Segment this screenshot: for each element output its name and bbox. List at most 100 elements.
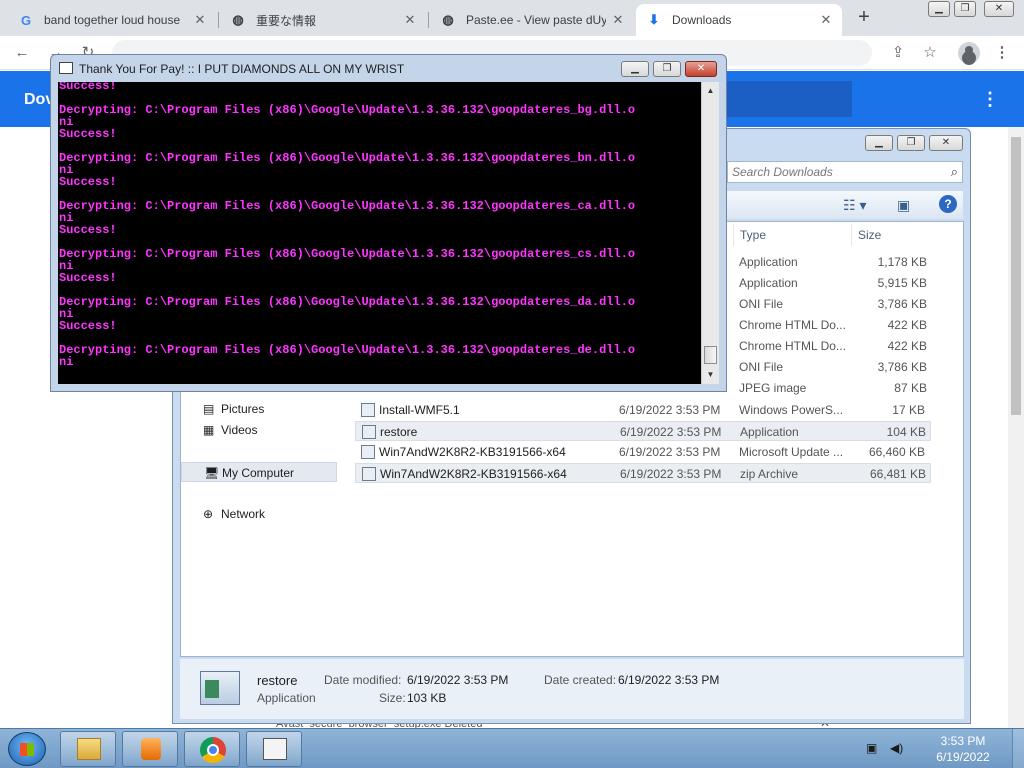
table-row[interactable]: Chrome HTML Do... 422 KB xyxy=(733,336,933,357)
new-tab-button[interactable]: + xyxy=(852,6,876,30)
google-g-icon: G xyxy=(20,12,32,28)
view-options-icon[interactable]: ☷ ▾ xyxy=(843,195,866,215)
file-type: JPEG image xyxy=(739,381,807,395)
file-type: zip Archive xyxy=(740,467,799,481)
column-header-size[interactable]: Size xyxy=(851,224,931,246)
table-row[interactable]: Chrome HTML Do... 422 KB xyxy=(733,315,933,336)
console-output[interactable]: Success! Decrypting: C:\Program Files (x8… xyxy=(58,82,701,384)
maximize-button[interactable]: ❐ xyxy=(954,1,976,17)
tab-band-together[interactable]: G band together loud house ✕ xyxy=(8,4,216,36)
console-scrollbar[interactable]: ▲ ▼ xyxy=(701,82,719,384)
taskbar-console-button[interactable] xyxy=(246,731,302,767)
console-line: ni xyxy=(59,356,74,368)
chrome-tab-bar: G band together loud house ✕ ◍ 重要な情報 ✕ ◍… xyxy=(0,0,1024,36)
nav-item-videos[interactable]: ▦ Videos xyxy=(181,420,337,440)
page-scrollbar[interactable] xyxy=(1008,127,1024,728)
console-close-button[interactable]: ✕ xyxy=(685,61,717,77)
pictures-folder-icon: ▤ xyxy=(203,402,215,416)
table-row[interactable]: ONI File 3,786 KB xyxy=(733,294,933,315)
console-minimize-button[interactable]: ▁ xyxy=(621,61,649,77)
console-line: Success! xyxy=(59,320,117,332)
console-line: ni xyxy=(59,308,74,320)
application-icon xyxy=(200,671,240,705)
explorer-maximize-button[interactable]: ❐ xyxy=(897,135,925,151)
table-row[interactable]: Application 5,915 KB xyxy=(733,273,933,294)
nav-item-my-computer[interactable]: 🖥 My Computer xyxy=(181,462,337,482)
taskbar-explorer-button[interactable] xyxy=(60,731,116,767)
details-pane: restore Application Date modified: 6/19/… xyxy=(180,659,964,719)
share-icon[interactable]: ⇪ xyxy=(886,41,910,65)
bookmark-star-icon[interactable]: ☆ xyxy=(918,41,942,65)
nav-item-network[interactable]: ⊕ Network xyxy=(181,504,337,524)
file-date: 6/19/2022 3:53 PM xyxy=(619,445,721,459)
explorer-search-input[interactable]: Search Downloads ⌕ xyxy=(727,161,963,183)
close-icon[interactable]: ✕ xyxy=(192,12,208,28)
more-options-icon[interactable]: ⋮ xyxy=(980,87,1000,111)
search-icon[interactable]: ⌕ xyxy=(951,164,958,180)
back-icon[interactable]: ← xyxy=(10,41,34,65)
chrome-menu-icon[interactable]: ⋮ xyxy=(990,41,1014,65)
download-icon: ⬇ xyxy=(648,12,660,27)
chrome-icon-center xyxy=(207,744,219,756)
table-row[interactable]: Win7AndW2K8R2-KB3191566-x64 6/19/2022 3:… xyxy=(355,463,931,483)
file-name: Install-WMF5.1 xyxy=(379,403,460,417)
console-line: Decrypting: C:\Program Files (x86)\Googl… xyxy=(59,200,636,212)
nav-item-pictures[interactable]: ▤ Pictures xyxy=(181,399,337,419)
file-type: Application xyxy=(740,425,799,439)
table-row[interactable]: Win7AndW2K8R2-KB3191566-x64 6/19/2022 3:… xyxy=(355,442,931,462)
details-file-name: restore xyxy=(257,673,298,688)
file-type: Windows PowerS... xyxy=(739,403,844,417)
close-icon[interactable]: ✕ xyxy=(402,12,418,28)
tab-separator xyxy=(218,12,219,28)
table-row[interactable]: Application 1,178 KB xyxy=(733,252,933,273)
tab-important-info[interactable]: ◍ 重要な情報 ✕ xyxy=(220,4,426,36)
tab-title: Paste.ee - View paste dUy xyxy=(466,13,606,27)
tab-downloads[interactable]: ⬇ Downloads ✕ xyxy=(636,4,842,36)
volume-icon[interactable]: ◀) xyxy=(890,741,906,755)
table-row[interactable]: Install-WMF5.1 6/19/2022 3:53 PM Windows… xyxy=(355,400,931,420)
explorer-close-button[interactable]: ✕ xyxy=(929,135,963,151)
console-app-icon[interactable] xyxy=(59,62,73,74)
file-size: 3,786 KB xyxy=(877,297,927,311)
file-type: Chrome HTML Do... xyxy=(739,318,846,332)
taskbar-chrome-button[interactable] xyxy=(184,731,240,767)
minimize-button[interactable]: ▁ xyxy=(928,1,950,17)
table-row[interactable]: JPEG image 87 KB xyxy=(733,378,933,399)
network-icon: ⊕ xyxy=(203,507,214,521)
file-size: 422 KB xyxy=(887,318,927,332)
close-icon[interactable]: ✕ xyxy=(818,12,834,28)
console-line: Success! xyxy=(59,82,117,92)
preview-pane-icon[interactable]: ▣ xyxy=(897,195,910,215)
tab-title: Downloads xyxy=(672,13,732,27)
explorer-minimize-button[interactable]: ▁ xyxy=(865,135,893,151)
scrollbar-thumb[interactable] xyxy=(704,346,717,364)
tab-paste-ee[interactable]: ◍ Paste.ee - View paste dUy ✕ xyxy=(430,4,634,36)
taskbar-media-player-button[interactable] xyxy=(122,731,178,767)
scroll-up-arrow-icon[interactable]: ▲ xyxy=(702,82,719,99)
console-line: Decrypting: C:\Program Files (x86)\Googl… xyxy=(59,104,636,116)
nav-label: Videos xyxy=(221,423,258,437)
file-type: Application xyxy=(739,276,798,290)
console-maximize-button[interactable]: ❐ xyxy=(653,61,681,77)
help-icon[interactable]: ? xyxy=(939,195,957,213)
clock-time[interactable]: 3:53 PM xyxy=(930,734,996,748)
start-button[interactable] xyxy=(8,732,46,766)
scroll-down-arrow-icon[interactable]: ▼ xyxy=(702,366,719,383)
table-row[interactable]: ONI File 3,786 KB xyxy=(733,357,933,378)
close-button[interactable]: ✕ xyxy=(984,1,1014,17)
console-line: Decrypting: C:\Program Files (x86)\Googl… xyxy=(59,152,636,164)
show-desktop-button[interactable] xyxy=(1012,729,1024,768)
clock-date[interactable]: 6/19/2022 xyxy=(930,750,996,764)
file-size: 422 KB xyxy=(887,339,927,353)
column-header-type[interactable]: Type xyxy=(733,224,851,246)
close-icon[interactable]: ✕ xyxy=(610,12,626,28)
network-tray-icon[interactable]: ▣ xyxy=(866,741,882,755)
downloads-search-box[interactable] xyxy=(724,81,852,117)
scrollbar-thumb[interactable] xyxy=(1011,137,1021,415)
table-row[interactable]: restore 6/19/2022 3:53 PM Application 10… xyxy=(355,421,931,441)
profile-avatar-icon[interactable] xyxy=(958,42,980,64)
file-size: 66,481 KB xyxy=(869,467,926,481)
tab-separator xyxy=(428,12,429,28)
